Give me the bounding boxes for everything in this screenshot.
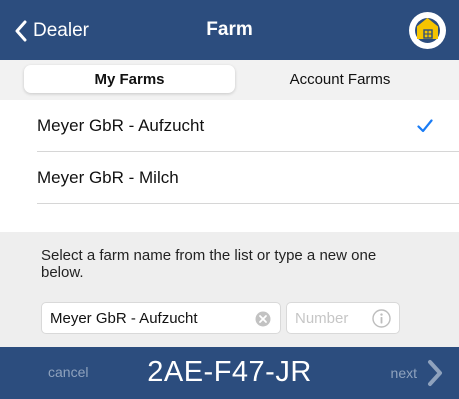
farm-name-input[interactable]: Meyer GbR - Aufzucht — [41, 302, 281, 334]
tab-my-farms[interactable]: My Farms — [24, 65, 235, 93]
navbar: Dealer Farm — [0, 0, 459, 60]
list-item[interactable]: Meyer GbR - Aufzucht — [0, 100, 459, 152]
chevron-right-icon — [427, 359, 443, 387]
farm-name-input-value: Meyer GbR - Aufzucht — [50, 309, 198, 327]
number-input[interactable]: Number — [286, 302, 400, 334]
chevron-left-icon — [14, 20, 27, 42]
segmented-control: My Farms Account Farms — [0, 60, 459, 100]
bottom-bar: cancel 2AE-F47-JR next — [0, 347, 459, 399]
cancel-button[interactable]: cancel — [48, 364, 88, 380]
info-icon[interactable] — [372, 309, 391, 328]
back-button[interactable]: Dealer — [14, 18, 89, 44]
farm-logo-icon[interactable] — [409, 12, 446, 49]
farm-entry-panel: Select a farm name from the list or type… — [0, 232, 459, 347]
back-label: Dealer — [33, 20, 89, 41]
farm-list: Meyer GbR - Aufzucht Meyer GbR - Milch — [0, 100, 459, 204]
list-item[interactable]: Meyer GbR - Milch — [0, 152, 459, 204]
number-input-placeholder: Number — [295, 309, 349, 327]
farm-name: Meyer GbR - Milch — [37, 168, 179, 187]
farm-name: Meyer GbR - Aufzucht — [37, 116, 205, 135]
tab-account-farms[interactable]: Account Farms — [240, 65, 440, 93]
next-label: next — [390, 365, 417, 381]
clear-icon[interactable] — [255, 311, 271, 327]
checkmark-icon — [417, 119, 433, 133]
next-button[interactable]: next — [391, 357, 443, 389]
instruction-text: Select a farm name from the list or type… — [41, 247, 377, 281]
